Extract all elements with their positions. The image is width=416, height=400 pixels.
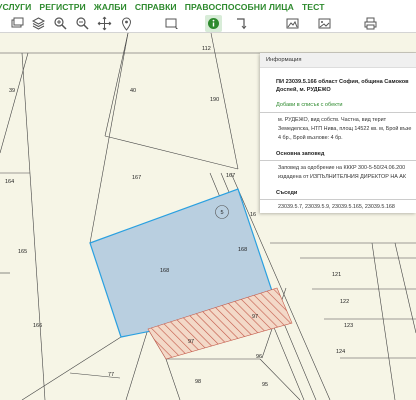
- parcel-label: 40: [130, 88, 136, 94]
- parcel-label: 123: [344, 323, 353, 329]
- identify-info-icon[interactable]: [205, 15, 222, 32]
- parcel-marker-label: 5: [220, 210, 223, 216]
- map-toolbar: [0, 14, 416, 33]
- menu-item-services[interactable]: УСЛУГИ: [0, 2, 31, 12]
- parcel-label: 164: [5, 179, 14, 185]
- parcel-label: 167: [132, 175, 141, 181]
- main-order-line-1: Заповед за одобрение на КККР 300-5-50/24…: [278, 165, 406, 171]
- info-panel: Информация ПИ 23039.5.166 област София, …: [260, 53, 416, 213]
- parcel-label: 112: [202, 46, 211, 52]
- parcel-label: 168: [160, 268, 169, 274]
- stack-layers-icon[interactable]: [30, 15, 47, 32]
- parcel-description-line-3: 4 бр., Брой възлове: 4 бр.: [278, 135, 343, 141]
- parcel-label: 165: [18, 249, 27, 255]
- parcel-description-line-1: м. РУДЕЖО, вид собств. Частна, вид терит: [278, 117, 387, 123]
- info-divider: [260, 112, 416, 113]
- parcel-label: 98: [195, 379, 201, 385]
- neighbors-list: 23039.5.7, 23039.5.9, 23039.5.165, 23039…: [278, 204, 395, 210]
- location-pin-icon[interactable]: [118, 15, 135, 32]
- parcel-title-line-2: Доспей, м. РУДЕЖО: [276, 87, 331, 93]
- info-panel-header: Информация: [260, 53, 416, 68]
- parcel-label: 121: [332, 272, 341, 278]
- main-order-text: Заповед за одобрение на КККР 300-5-50/24…: [276, 164, 416, 182]
- parcel-label: 167: [226, 173, 235, 179]
- map-window-icon[interactable]: [284, 15, 301, 32]
- pan-icon[interactable]: [96, 15, 113, 32]
- add-to-list-link[interactable]: Добави в списък с обекти: [276, 102, 416, 108]
- redirect-arrow-icon[interactable]: [233, 15, 250, 32]
- select-rectangle-icon[interactable]: [163, 15, 180, 32]
- main-menu: УСЛУГИ РЕГИСТРИ ЖАЛБИ СПРАВКИ ПРАВОСПОСО…: [0, 0, 416, 14]
- parcel-description-line-2: Земеделска, НТП Нива, площ 14522 кв. м, …: [278, 126, 412, 132]
- menu-item-qualified-persons[interactable]: ПРАВОСПОСОБНИ ЛИЦА: [185, 2, 294, 12]
- parcel-label: 122: [340, 299, 349, 305]
- parcel-title-line-1: ПИ 23039.5.166 област София, община Само…: [276, 79, 409, 85]
- parcel-label: 77: [108, 372, 114, 378]
- menu-item-registers[interactable]: РЕГИСТРИ: [39, 2, 85, 12]
- parcel-label: 97: [188, 339, 194, 345]
- cadastre-map-app: УСЛУГИ РЕГИСТРИ ЖАЛБИ СПРАВКИ ПРАВОСПОСО…: [0, 0, 416, 400]
- parcel-label: 96: [256, 354, 262, 360]
- neighbors-heading: Съседи: [260, 186, 416, 200]
- parcel-label: 39: [9, 88, 15, 94]
- parcel-label: 168: [238, 247, 247, 253]
- main-order-heading: Основна заповед: [260, 147, 416, 161]
- zoom-out-icon[interactable]: [74, 15, 91, 32]
- parcel-label: 97: [252, 314, 258, 320]
- menu-item-complaints[interactable]: ЖАЛБИ: [94, 2, 127, 12]
- menu-item-references[interactable]: СПРАВКИ: [135, 2, 177, 12]
- main-order-line-2: издадена от ИЗПЪЛНИТЕЛНИЯ ДИРЕКТОР НА АК: [278, 174, 407, 180]
- parcel-description: м. РУДЕЖО, вид собств. Частна, вид терит…: [276, 116, 416, 143]
- parcel-label: 124: [336, 349, 345, 355]
- parcel-label: 16: [250, 212, 256, 218]
- info-panel-body: ПИ 23039.5.166 област София, община Само…: [260, 78, 416, 212]
- zoom-in-icon[interactable]: [52, 15, 69, 32]
- parcel-label: 95: [262, 382, 268, 388]
- print-icon[interactable]: [362, 15, 379, 32]
- menu-item-test[interactable]: ТЕСТ: [302, 2, 325, 12]
- parcel-title: ПИ 23039.5.166 област София, община Само…: [276, 78, 416, 94]
- parcel-label: 190: [210, 97, 219, 103]
- parcel-label: 166: [33, 323, 42, 329]
- picture-icon[interactable]: [316, 15, 333, 32]
- layers-icon[interactable]: [8, 15, 25, 32]
